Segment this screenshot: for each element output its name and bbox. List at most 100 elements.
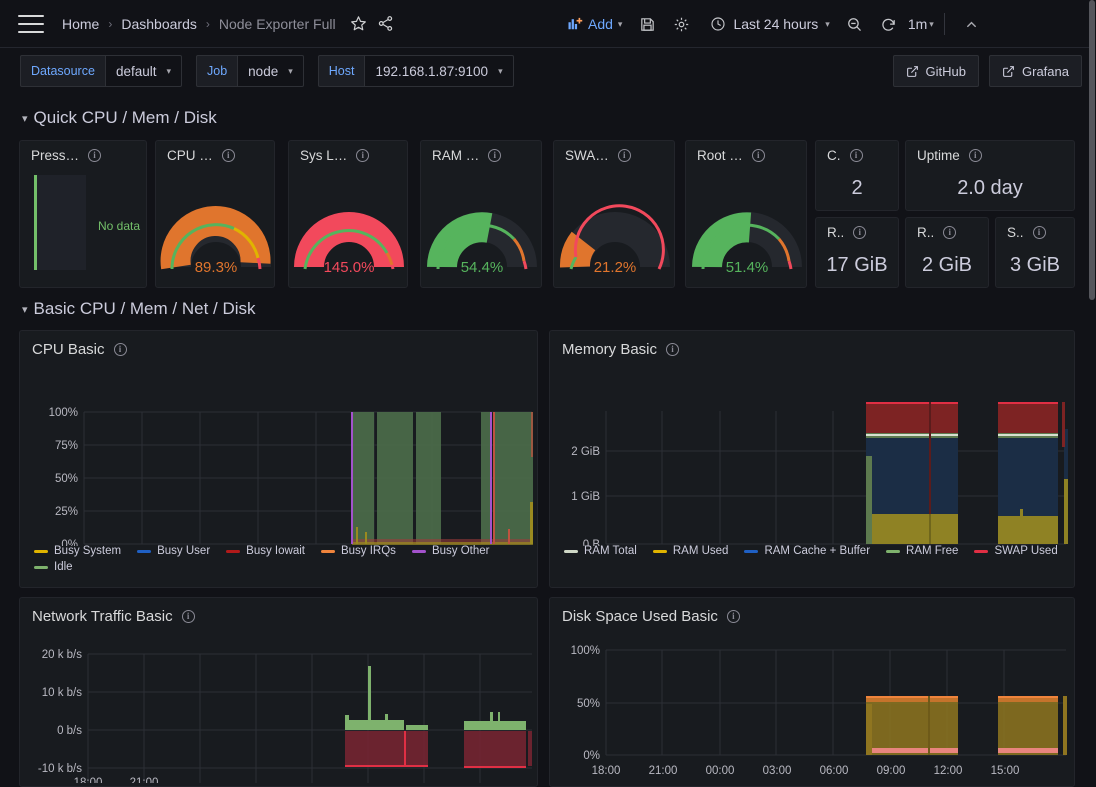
cpu-basic-plot: 100% 75% 50% 25% 0%	[49, 407, 533, 546]
legend-item[interactable]: RAM Free	[886, 545, 958, 557]
page-scrollbar-track[interactable]	[1089, 0, 1096, 787]
panel-swap-used[interactable]: SWA… i 21.2%	[553, 140, 675, 288]
time-range-picker[interactable]: Last 24 hours ▾	[702, 11, 837, 37]
panel-cpu-busy[interactable]: CPU … i 89.3%	[155, 140, 275, 288]
panel-title: Network Traffic Basic	[32, 608, 173, 625]
panel-network-traffic-basic[interactable]: Network Traffic Basic i 20 k b/s 10 k b/…	[19, 597, 538, 787]
row-header-basic[interactable]: ▾ Basic CPU / Mem / Net / Disk	[0, 294, 256, 324]
panel-swap-total[interactable]: S.. i 3 GiB	[995, 217, 1075, 288]
legend-item[interactable]: Busy IRQs	[320, 545, 396, 557]
star-icon[interactable]	[350, 15, 367, 32]
legend-item[interactable]: RAM Used	[652, 545, 728, 557]
dashboard-settings-button[interactable]	[664, 8, 698, 40]
panel-cores-title-row: C. i	[816, 141, 898, 163]
panel-ram-used-stat[interactable]: R.. i 2 GiB	[905, 217, 989, 288]
legend-swatch	[886, 549, 901, 553]
legend-label: RAM Total	[584, 545, 637, 557]
add-panel-button[interactable]: Add ▾	[560, 11, 630, 37]
legend-item[interactable]: Idle	[34, 561, 73, 573]
info-icon[interactable]: i	[853, 226, 867, 239]
add-panel-label: Add	[588, 16, 613, 32]
nav-divider	[943, 13, 945, 35]
root-gauge: 51.4%	[692, 212, 802, 276]
breadcrumb-item-home[interactable]: Home	[58, 14, 103, 34]
collapse-toolbar-button[interactable]	[955, 8, 989, 40]
panel-ramused-title-row: R.. i	[906, 218, 988, 240]
panel-title: RAM …	[432, 148, 480, 163]
chevron-down-icon: ▾	[288, 65, 293, 76]
y-tick: 50%	[577, 698, 600, 710]
variable-datasource-text: default	[115, 63, 157, 79]
x-tick: 12:00	[934, 765, 963, 776]
info-icon[interactable]: i	[943, 226, 957, 239]
panel-cpu-cores[interactable]: C. i 2	[815, 140, 899, 211]
info-icon[interactable]: i	[968, 149, 982, 162]
info-icon[interactable]: i	[356, 149, 370, 162]
page-scrollbar-thumb[interactable]	[1089, 0, 1095, 300]
info-icon[interactable]: i	[849, 149, 863, 162]
legend-item[interactable]: Busy System	[34, 545, 121, 557]
swap-gauge-value: 21.2%	[594, 259, 637, 276]
save-dashboard-button[interactable]	[630, 8, 664, 40]
legend-item[interactable]: Busy Other	[411, 545, 489, 557]
info-icon[interactable]: i	[666, 343, 680, 356]
link-github[interactable]: GitHub	[892, 55, 980, 87]
refresh-controls[interactable]: 1m ▾	[872, 8, 934, 40]
info-icon[interactable]: i	[751, 149, 765, 162]
refresh-button[interactable]	[872, 8, 906, 40]
variable-job: Job node ▾	[196, 55, 304, 87]
panel-cpu-basic[interactable]: CPU Basic i 100% 75% 50% 25% 0% Busy Sys…	[19, 330, 538, 588]
panel-sys-load[interactable]: Sys L… i 145.0%	[288, 140, 408, 288]
link-grafana-label: Grafana	[1022, 63, 1069, 79]
nav-actions: Add ▾ Last 24 hours ▾ 1m ▾	[560, 0, 989, 48]
legend-item[interactable]: Busy Iowait	[226, 545, 305, 557]
link-grafana[interactable]: Grafana	[989, 55, 1082, 87]
root-gauge-value: 51.4%	[726, 259, 769, 276]
time-range-label: Last 24 hours	[733, 16, 819, 32]
variable-value-datasource[interactable]: default ▾	[104, 55, 183, 87]
gear-icon	[674, 17, 689, 31]
variable-value-host[interactable]: 192.168.1.87:9100 ▾	[364, 55, 514, 87]
panel-pressure[interactable]: Press… i No data	[19, 140, 147, 288]
breadcrumb-item-dashboards[interactable]: Dashboards	[117, 14, 201, 34]
panel-root-fs-used[interactable]: Root … i 51.4%	[685, 140, 807, 288]
panel-ramtotal-title-row: R.. i	[816, 218, 898, 240]
panel-title: R..	[917, 225, 935, 240]
share-icon[interactable]	[377, 15, 394, 32]
row-title-quick: Quick CPU / Mem / Disk	[33, 108, 217, 127]
info-icon[interactable]: i	[221, 149, 235, 162]
info-icon[interactable]: i	[113, 343, 127, 356]
y-tick: 50%	[55, 473, 78, 485]
panel-uptime[interactable]: Uptime i 2.0 day	[905, 140, 1075, 211]
legend-item[interactable]: RAM Cache + Buffer	[744, 545, 870, 557]
save-icon	[641, 17, 654, 31]
legend-item[interactable]: Busy User	[137, 545, 210, 557]
panel-ram-used[interactable]: RAM … i 54.4%	[420, 140, 542, 288]
panel-title: C.	[827, 148, 841, 163]
x-tick: 06:00	[820, 765, 849, 776]
legend-label: Idle	[54, 561, 73, 573]
row-header-quick[interactable]: ▾ Quick CPU / Mem / Disk	[0, 103, 217, 133]
info-icon[interactable]: i	[1032, 226, 1046, 239]
info-icon[interactable]: i	[726, 610, 740, 623]
variable-value-job[interactable]: node ▾	[237, 55, 304, 87]
legend-swatch	[652, 549, 667, 553]
panel-memory-basic[interactable]: Memory Basic i 2 GiB 1 GiB 0 B RAM Total…	[549, 330, 1075, 588]
x-tick: 18:00	[592, 765, 621, 776]
info-icon[interactable]: i	[617, 149, 631, 162]
zoom-out-time-button[interactable]	[838, 8, 872, 40]
cpu-cores-value: 2	[851, 177, 863, 199]
info-icon[interactable]: i	[88, 149, 102, 162]
x-tick: 21:00	[649, 765, 678, 776]
panel-disk-space-used-basic[interactable]: Disk Space Used Basic i 100% 50% 0% 18:0…	[549, 597, 1075, 787]
panel-ram-total[interactable]: R.. i 17 GiB	[815, 217, 899, 288]
legend-item[interactable]: SWAP Used	[974, 545, 1058, 557]
info-icon[interactable]: i	[488, 149, 502, 162]
panel-title: R..	[827, 225, 845, 240]
variable-label-job: Job	[196, 55, 238, 87]
legend-item[interactable]: RAM Total	[564, 545, 637, 557]
info-icon[interactable]: i	[181, 610, 195, 623]
hamburger-menu-icon[interactable]	[18, 14, 44, 33]
y-tick: 100%	[49, 407, 78, 419]
swap-gauge: 21.2%	[560, 204, 670, 276]
